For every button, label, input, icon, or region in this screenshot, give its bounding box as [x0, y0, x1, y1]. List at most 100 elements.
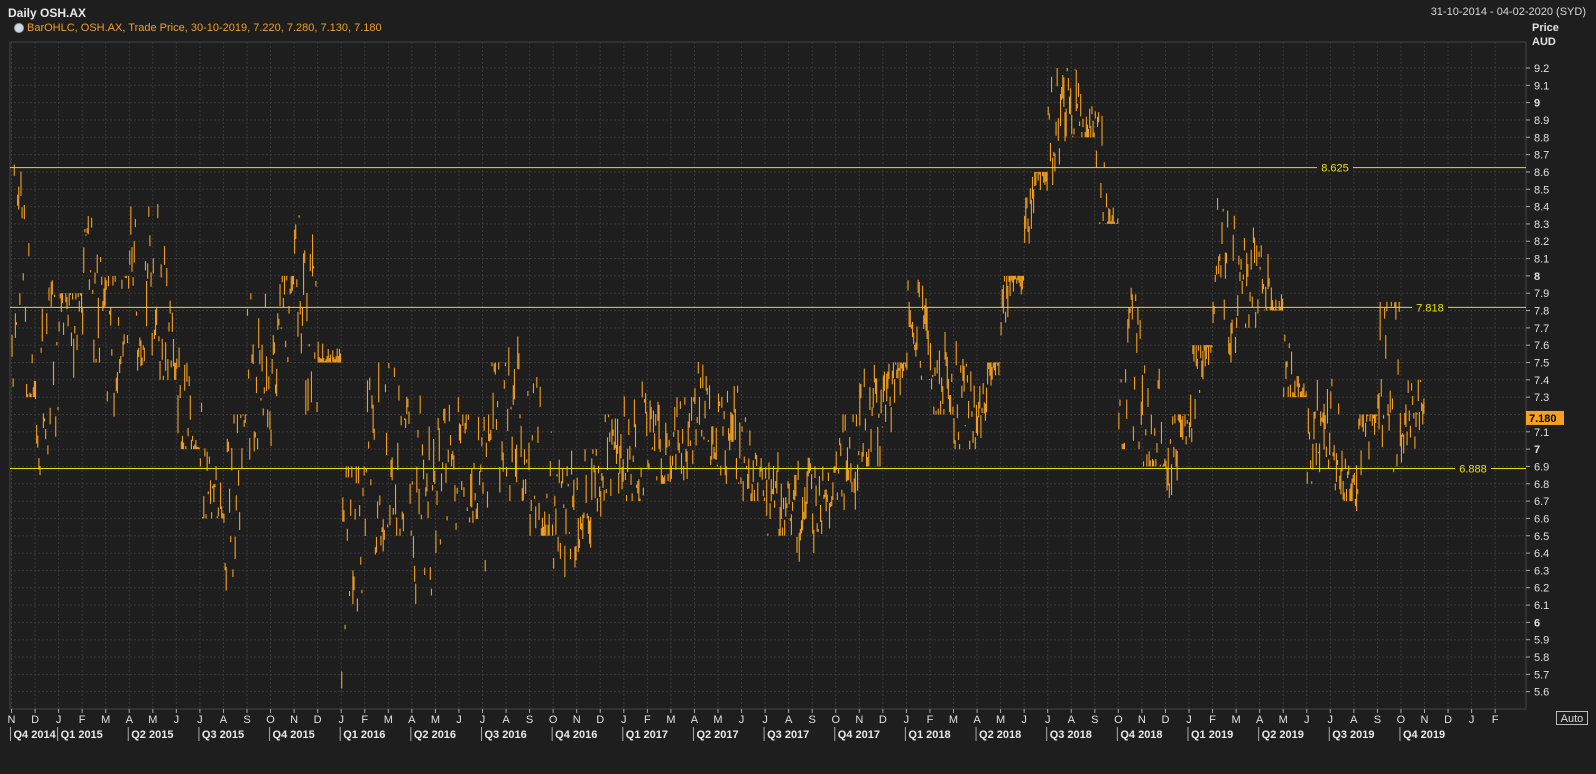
current-price-tag: 7.180	[1526, 410, 1564, 425]
plot-area[interactable]	[9, 41, 1527, 710]
quarter-tick-label: Q1 2017	[626, 729, 668, 741]
quarter-tick-label: Q3 2019	[1332, 729, 1374, 741]
month-tick-label: J	[1186, 714, 1192, 726]
month-tick-label: N	[1138, 714, 1146, 726]
month-tick-label: J	[456, 714, 462, 726]
y-tick-label: 6.5	[1534, 531, 1549, 543]
month-tick-label: S	[1091, 714, 1098, 726]
y-axis-currency: AUD	[1532, 36, 1556, 48]
quarter-tick-label: Q4 2014	[14, 729, 57, 741]
month-tick-label: S	[809, 714, 816, 726]
month-tick-label: A	[785, 714, 793, 726]
month-tick-label: O	[549, 714, 558, 726]
month-tick-label: J	[197, 714, 203, 726]
month-tick-label: M	[431, 714, 440, 726]
month-tick-label: M	[101, 714, 110, 726]
quarter-tick-label: Q1 2016	[343, 729, 385, 741]
quarter-tick-label: Q4 2017	[838, 729, 880, 741]
quarter-tick-label: Q4 2018	[1120, 729, 1162, 741]
month-tick-label: N	[855, 714, 863, 726]
current-price-value: 7.180	[1529, 413, 1557, 425]
month-tick-label: A	[691, 714, 699, 726]
month-tick-label: D	[314, 714, 322, 726]
quarter-tick-label: Q1 2018	[908, 729, 950, 741]
month-tick-label: A	[1256, 714, 1264, 726]
month-tick-label: F	[927, 714, 934, 726]
month-tick-label: F	[1209, 714, 1216, 726]
y-tick-label: 8.8	[1534, 132, 1549, 144]
quarter-tick-label: Q3 2018	[1050, 729, 1092, 741]
grid-lines	[10, 42, 1526, 709]
x-axis: NDJFMAMJJASONDJFMAMJJASONDJFMAMJJASONDJF…	[8, 709, 1499, 741]
month-tick-label: D	[596, 714, 604, 726]
month-tick-label: S	[526, 714, 533, 726]
month-tick-label: M	[996, 714, 1005, 726]
quarter-tick-label: Q1 2019	[1191, 729, 1233, 741]
y-tick-label: 8.2	[1534, 236, 1549, 248]
quarter-tick-label: Q4 2016	[555, 729, 597, 741]
y-tick-label: 7	[1534, 444, 1540, 456]
month-tick-label: J	[1021, 714, 1027, 726]
month-tick-label: J	[621, 714, 627, 726]
month-tick-label: J	[1045, 714, 1051, 726]
y-tick-label: 6.4	[1534, 548, 1549, 560]
month-tick-label: M	[666, 714, 675, 726]
month-tick-label: J	[174, 714, 180, 726]
quarter-tick-label: Q4 2015	[273, 729, 315, 741]
y-axis-title: Price	[1532, 22, 1559, 34]
quarter-tick-label: Q3 2015	[202, 729, 244, 741]
month-tick-label: J	[1328, 714, 1334, 726]
month-tick-label: O	[1397, 714, 1406, 726]
quarter-tick-label: Q2 2018	[979, 729, 1021, 741]
month-tick-label: D	[879, 714, 887, 726]
month-tick-label: M	[949, 714, 958, 726]
month-tick-label: F	[79, 714, 86, 726]
y-tick-label: 8.7	[1534, 150, 1549, 162]
month-tick-label: M	[713, 714, 722, 726]
month-tick-label: J	[1469, 714, 1475, 726]
month-tick-label: J	[904, 714, 910, 726]
month-tick-label: J	[1304, 714, 1310, 726]
chart-window: Daily OSH.AX 31-10-2014 - 04-02-2020 (SY…	[0, 0, 1596, 774]
month-tick-label: M	[384, 714, 393, 726]
y-tick-label: 5.7	[1534, 669, 1549, 681]
y-tick-label: 8.3	[1534, 219, 1549, 231]
quarter-tick-label: Q2 2015	[131, 729, 173, 741]
level-label: 6.888	[1459, 464, 1487, 476]
y-tick-label: 6	[1534, 617, 1540, 629]
y-tick-label: 7.1	[1534, 427, 1549, 439]
y-tick-label: 6.6	[1534, 513, 1549, 525]
month-tick-label: A	[502, 714, 510, 726]
y-tick-label: 6.8	[1534, 479, 1549, 491]
price-chart[interactable]: 8.625 7.818 6.888 Price AUD 5.6 5.7 5.8 5.9 6 6…	[0, 0, 1596, 774]
y-axis: Price AUD 5.6 5.7 5.8 5.9 6 6.1 6.2 6.3 6.4 6.5 6.…	[1526, 22, 1559, 699]
y-tick-label: 5.6	[1534, 687, 1549, 699]
month-tick-label: O	[831, 714, 840, 726]
month-tick-label: O	[266, 714, 275, 726]
y-tick-label: 8.4	[1534, 202, 1549, 214]
y-tick-label: 9.2	[1534, 63, 1549, 75]
y-tick-label: 8.9	[1534, 115, 1549, 127]
quarter-tick-label: Q3 2016	[485, 729, 527, 741]
y-tick-label: 7.5	[1534, 358, 1549, 370]
month-tick-label: M	[1279, 714, 1288, 726]
month-tick-label: A	[220, 714, 228, 726]
y-tick-label: 6.3	[1534, 565, 1549, 577]
y-tick-label: 7.9	[1534, 288, 1549, 300]
y-tick-label: 6.1	[1534, 600, 1549, 612]
month-tick-label: N	[1421, 714, 1429, 726]
month-tick-label: F	[644, 714, 651, 726]
auto-scale-button[interactable]: Auto	[1556, 711, 1588, 725]
quarter-tick-label: Q1 2015	[61, 729, 103, 741]
quarter-tick-label: Q4 2019	[1403, 729, 1445, 741]
y-tick-label: 8.1	[1534, 254, 1549, 266]
y-tick-label: 8	[1534, 271, 1540, 283]
month-tick-label: J	[338, 714, 344, 726]
month-tick-label: A	[408, 714, 416, 726]
month-tick-label: A	[1350, 714, 1358, 726]
y-tick-label: 5.9	[1534, 635, 1549, 647]
month-tick-label: J	[56, 714, 62, 726]
quarter-tick-label: Q2 2017	[696, 729, 738, 741]
month-tick-label: M	[148, 714, 157, 726]
y-tick-label: 9	[1534, 98, 1540, 110]
